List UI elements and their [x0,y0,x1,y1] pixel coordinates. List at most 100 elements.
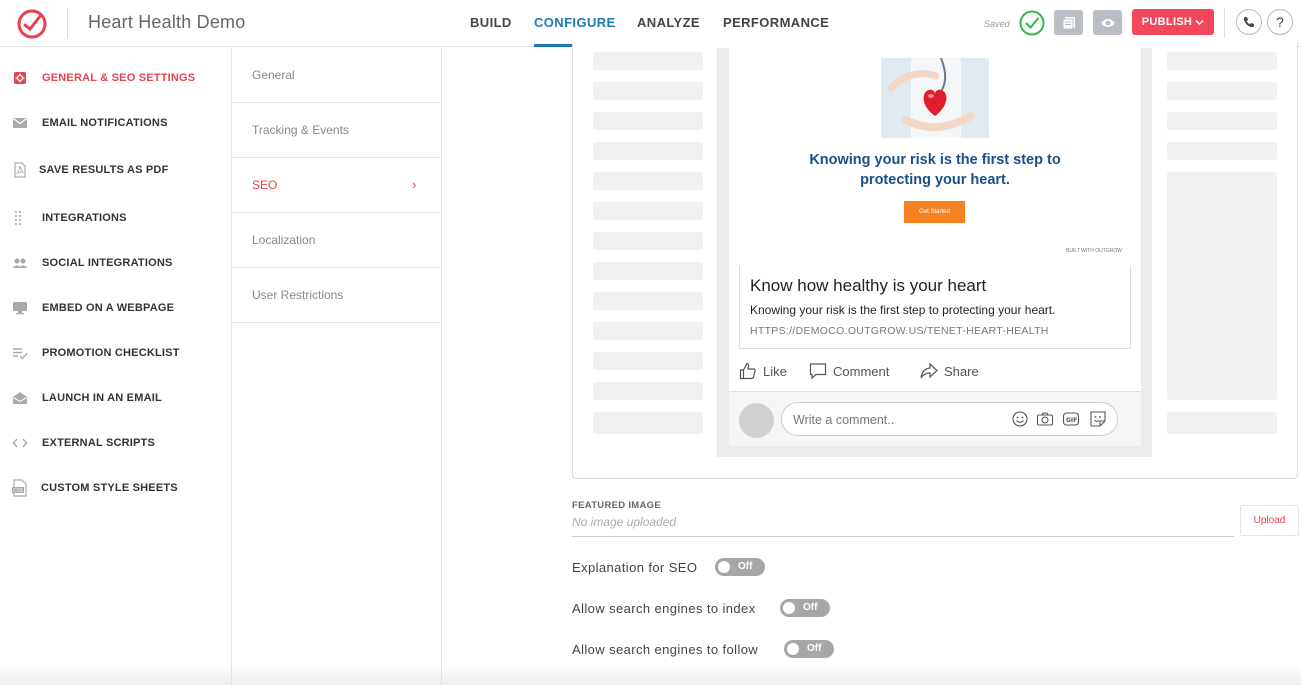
comment-label: Comment [833,363,890,379]
link-title: Know how healthy is your heart [750,276,987,295]
sidebar-item-save-pdf[interactable]: SAVE RESULTS AS PDF [0,148,231,192]
code-icon [12,438,28,448]
toggle-state: Off [738,561,753,572]
featured-image-field[interactable] [572,536,1234,537]
comment-action[interactable]: Comment [809,360,889,382]
sidebar-item-label: LAUNCH IN AN EMAIL [42,392,162,404]
share-icon [920,362,938,379]
sidebar-item-external-scripts[interactable]: EXTERNAL SCRIPTS [0,421,231,465]
submenu-item-label: Tracking & Events [252,123,349,137]
link-description: Knowing your risk is the first step to p… [750,303,1056,317]
tab-performance[interactable]: PERFORMANCE [723,15,829,30]
sidebar-item-label: SAVE RESULTS AS PDF [39,164,169,176]
sidebar-item-label: GENERAL & SEO SETTINGS [42,72,196,84]
people-icon [12,258,28,268]
sidebar-item-label: CUSTOM STYLE SHEETS [41,482,178,494]
allow-follow-toggle[interactable]: Off [784,640,834,658]
templates-button[interactable] [1054,10,1083,35]
explanation-seo-toggle[interactable]: Off [715,558,765,576]
get-started-button[interactable]: Get Started [904,201,965,223]
tab-analyze[interactable]: ANALYZE [637,15,700,30]
divider [1224,8,1225,38]
like-label: Like [763,363,787,379]
sidebar-item-embed[interactable]: EMBED ON A WEBPAGE [0,286,231,330]
settings-icon [14,72,26,84]
submenu-item-tracking[interactable]: Tracking & Events [232,103,441,158]
preview-button[interactable] [1093,10,1122,35]
toggle-knob [718,561,730,573]
sidebar-item-launch-email[interactable]: LAUNCH IN AN EMAIL [0,376,231,420]
featured-image-value: No image uploaded [572,515,677,529]
share-action[interactable]: Share [920,360,979,382]
share-label: Share [944,363,979,379]
phone-button[interactable] [1236,9,1262,35]
open-envelope-icon [13,392,27,404]
top-bar: Heart Health Demo BUILD CONFIGURE ANALYZ… [0,0,1301,47]
explanation-seo-label: Explanation for SEO [572,560,698,575]
svg-text:GIF: GIF [1066,417,1077,424]
comment-icon [809,363,827,380]
help-button[interactable]: ? [1267,9,1293,35]
allow-index-toggle[interactable]: Off [780,599,830,617]
publish-button[interactable]: PUBLISH [1132,9,1214,35]
preview-headline: Knowing your risk is the first step to p… [809,152,1061,188]
sidebar-item-custom-style-sheets[interactable]: CSS CUSTOM STYLE SHEETS [0,466,231,510]
tab-configure[interactable]: CONFIGURE [534,15,616,30]
toggle-knob [783,602,795,614]
like-action[interactable]: Like [739,360,787,382]
envelope-icon [13,118,27,128]
chevron-right-icon: › [412,177,417,192]
submenu-item-label: Localization [252,233,316,247]
phone-icon [1243,17,1254,28]
tab-build[interactable]: BUILD [470,15,512,30]
checklist-icon [13,348,28,360]
gif-icon[interactable]: GIF [1062,410,1080,428]
camera-icon[interactable] [1036,410,1054,428]
thumbs-up-icon [739,362,756,380]
submenu-item-localization[interactable]: Localization [232,213,441,268]
sidebar-item-label: EMBED ON A WEBPAGE [42,302,175,314]
submenu-item-label: User Restrictions [252,288,344,302]
toggle-state: Off [803,602,818,613]
upload-button[interactable]: Upload [1240,505,1299,536]
built-with-badge: BUILT WITH OUTGROW [1066,248,1122,254]
sidebar-item-social-integrations[interactable]: SOCIAL INTEGRATIONS [0,241,231,285]
toggle-knob [787,643,799,655]
submenu-item-general[interactable]: General [232,48,441,103]
submenu-item-seo[interactable]: SEO › [232,158,441,213]
publish-label: PUBLISH [1141,16,1193,28]
css-file-icon: CSS [12,479,27,497]
check-circle-icon [1019,10,1045,36]
sidebar-item-integrations[interactable]: INTEGRATIONS [0,196,231,240]
sidebar-item-label: SOCIAL INTEGRATIONS [42,257,173,269]
settings-submenu: General Tracking & Events SEO › Localiza… [232,48,442,685]
heart-doctor-image [881,58,989,138]
svg-text:CSS: CSS [13,488,23,494]
sidebar-item-promotion-checklist[interactable]: PROMOTION CHECKLIST [0,331,231,375]
monitor-icon [13,302,27,315]
comment-placeholder: Write a comment.. [793,413,895,427]
eye-icon [1100,18,1115,27]
sidebar-item-label: EMAIL NOTIFICATIONS [42,117,168,129]
pages-icon [1062,16,1075,29]
divider [67,8,68,38]
sidebar-item-label: PROMOTION CHECKLIST [42,347,180,359]
sidebar-item-general-seo[interactable]: GENERAL & SEO SETTINGS [0,56,231,100]
allow-index-label: Allow search engines to index [572,601,756,616]
sidebar-item-email-notifications[interactable]: EMAIL NOTIFICATIONS [0,101,231,145]
allow-follow-label: Allow search engines to follow [572,642,759,657]
toggle-state: Off [807,643,822,654]
sticker-icon[interactable] [1089,410,1107,428]
outgrow-logo-icon[interactable] [16,7,48,39]
pdf-icon [14,162,26,178]
sidebar-item-label: INTEGRATIONS [42,212,127,224]
submenu-item-label: SEO [252,178,278,192]
sidebar-item-label: EXTERNAL SCRIPTS [42,437,156,449]
emoji-icon[interactable] [1011,410,1029,428]
settings-sidebar: GENERAL & SEO SETTINGS EMAIL NOTIFICATIO… [0,48,232,685]
saved-status: Saved [984,19,1010,29]
avatar [739,403,774,438]
app-title: Heart Health Demo [88,12,246,32]
submenu-item-user-restrictions[interactable]: User Restrictions [232,268,441,323]
submenu-item-label: General [252,68,295,82]
